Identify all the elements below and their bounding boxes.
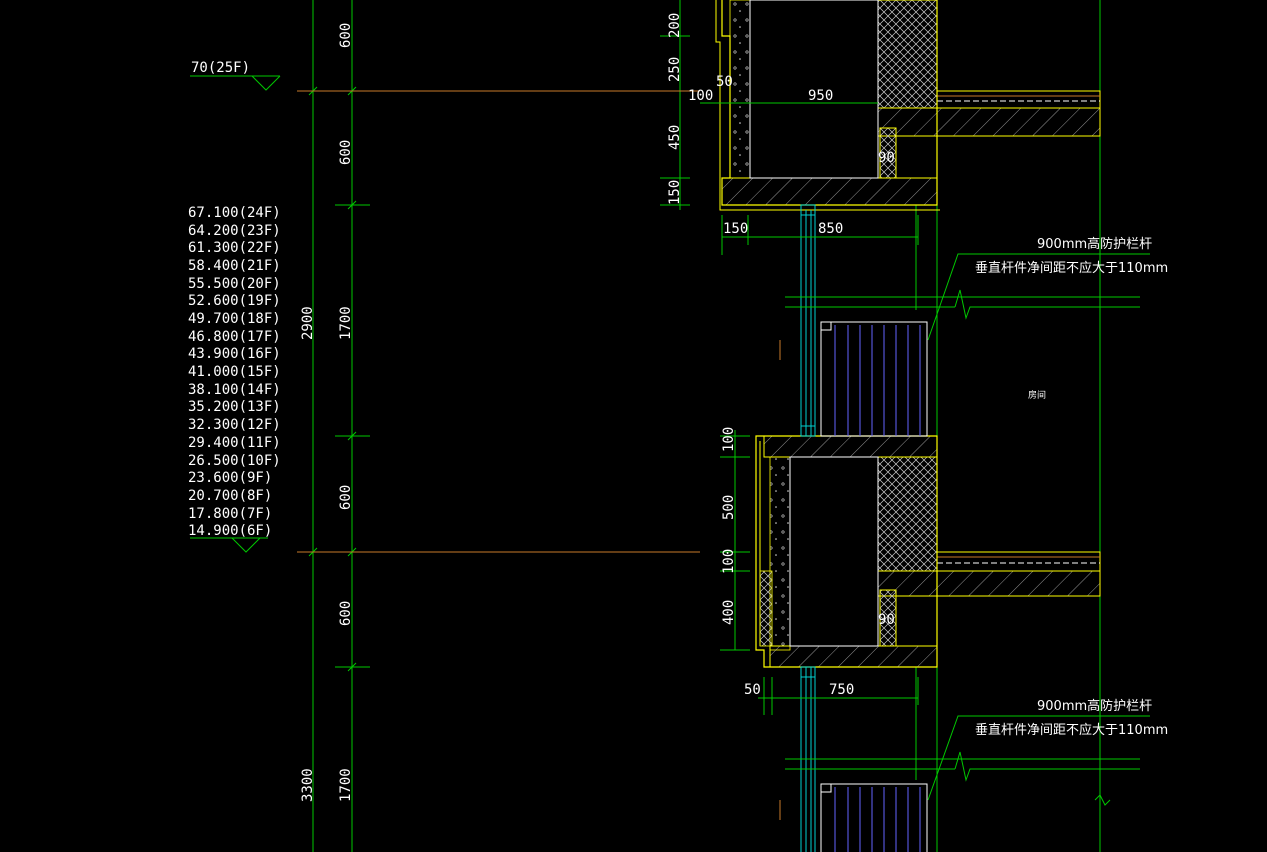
- tick-marks: [308, 86, 357, 672]
- dim-h50-lower: 50: [744, 682, 761, 698]
- elevation-level: 43.900(16F): [188, 346, 281, 362]
- dim-h150: 150: [723, 221, 748, 237]
- dim-v250: 250: [667, 57, 683, 82]
- elevation-level: 52.600(19F): [188, 293, 281, 309]
- dim-storey-top: 2900: [300, 306, 316, 340]
- elevation-level: 55.500(20F): [188, 276, 281, 292]
- railing-lower: [820, 783, 928, 852]
- dim-h950: 950: [808, 88, 833, 104]
- elevation-symbol-bottom: [190, 537, 268, 553]
- dim-h50: 50: [716, 74, 733, 90]
- elevation-level: 29.400(11F): [188, 435, 281, 451]
- dim-600-a: 600: [338, 23, 354, 48]
- dim-v400: 400: [721, 600, 737, 625]
- railing-upper: [820, 321, 928, 437]
- dim-h850: 850: [818, 221, 843, 237]
- dim-1700-a: 1700: [338, 306, 354, 340]
- elevation-level: 35.200(13F): [188, 399, 281, 415]
- dim-h90-upper: 90: [878, 150, 895, 166]
- elevation-level: 20.700(8F): [188, 488, 272, 504]
- note-leaders: [927, 253, 1150, 801]
- elevation-level: 41.000(15F): [188, 364, 281, 380]
- dim-h750: 750: [829, 682, 854, 698]
- dim-v200: 200: [667, 13, 683, 38]
- dim-1700-b: 1700: [338, 768, 354, 802]
- dim-h90-lower: 90: [878, 612, 895, 628]
- railing-note-lower-1: 900mm高防护栏杆: [1037, 698, 1152, 714]
- dim-600-d: 600: [338, 601, 354, 626]
- elevation-level: 14.900(6F): [188, 523, 272, 539]
- elevation-level: 17.800(7F): [188, 506, 272, 522]
- elevation-level: 38.100(14F): [188, 382, 281, 398]
- upper-bay-window-section: [715, 0, 940, 211]
- railing-note-upper-2: 垂直杆件净间距不应大于110mm: [975, 260, 1168, 276]
- dim-600-b: 600: [338, 140, 354, 165]
- elevation-level: 23.600(9F): [188, 470, 272, 486]
- dim-storey-bottom: 3300: [300, 768, 316, 802]
- dim-600-c: 600: [338, 485, 354, 510]
- railing-note-upper-1: 900mm高防护栏杆: [1037, 236, 1152, 252]
- railing-note-lower-2: 垂直杆件净间距不应大于110mm: [975, 722, 1168, 738]
- dim-v450: 450: [667, 125, 683, 150]
- dim-h100: 100: [688, 88, 713, 104]
- cad-drawing-viewport[interactable]: 70(25F) 67.100(24F) 64.200(23F) 61.300(2…: [0, 0, 1267, 852]
- dim-v100a: 100: [721, 427, 737, 452]
- lower-bay-window-section: [755, 435, 938, 668]
- elevation-top-label: 70(25F): [191, 60, 250, 76]
- dim-v500: 500: [721, 495, 737, 520]
- elevation-level-list: 67.100(24F) 64.200(23F) 61.300(22F) 58.4…: [188, 205, 281, 539]
- dim-v150: 150: [667, 180, 683, 205]
- elevation-level: 58.400(21F): [188, 258, 281, 274]
- elevation-level: 32.300(12F): [188, 417, 281, 433]
- elevation-level: 64.200(23F): [188, 223, 281, 239]
- room-label: 房间: [1028, 389, 1046, 401]
- window-glazing: [800, 204, 816, 852]
- elevation-level: 46.800(17F): [188, 329, 281, 345]
- elevation-level: 49.700(18F): [188, 311, 281, 327]
- elevation-symbol-top: [190, 75, 281, 91]
- elevation-level: 61.300(22F): [188, 240, 281, 256]
- elevation-level: 26.500(10F): [188, 453, 281, 469]
- dim-v100b: 100: [721, 549, 737, 574]
- elevation-level: 67.100(24F): [188, 205, 281, 221]
- floor-level-lines: [297, 90, 781, 820]
- wall-section-drawing: 70(25F) 67.100(24F) 64.200(23F) 61.300(2…: [188, 0, 1168, 852]
